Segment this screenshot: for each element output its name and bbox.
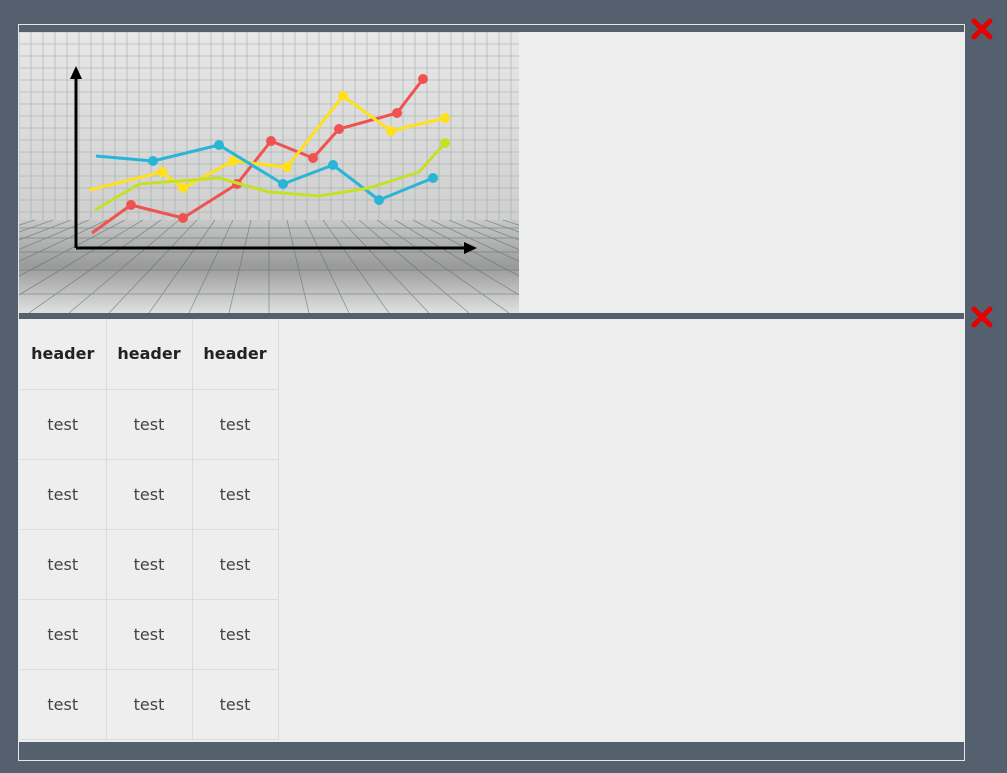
illustration-dot xyxy=(440,138,450,148)
table-cell[interactable]: test xyxy=(106,529,193,600)
illustration-dot xyxy=(214,140,224,150)
illustration-dot xyxy=(374,195,384,205)
table-row: test test test xyxy=(20,669,279,740)
close-icon-shape xyxy=(971,18,993,40)
illustration-dot xyxy=(228,156,238,166)
table-cell[interactable]: test xyxy=(20,389,107,460)
image-panel xyxy=(19,32,965,313)
table-cell[interactable]: test xyxy=(192,459,279,530)
table-cell[interactable]: test xyxy=(106,389,193,460)
table-header-row: header header header xyxy=(20,319,279,390)
table-cell[interactable]: test xyxy=(192,529,279,600)
table-row: test test test xyxy=(20,529,279,600)
close-icon[interactable] xyxy=(971,18,993,40)
table-cell[interactable]: test xyxy=(20,529,107,600)
table-cell[interactable]: test xyxy=(192,389,279,460)
table-row: test test test xyxy=(20,389,279,460)
column-header[interactable]: header xyxy=(20,319,107,390)
illustration-dot xyxy=(308,153,318,163)
table-cell[interactable]: test xyxy=(106,669,193,740)
illustration-dot xyxy=(178,213,188,223)
close-icon[interactable] xyxy=(971,306,993,328)
table-row: test test test xyxy=(20,459,279,530)
table-cell[interactable]: test xyxy=(106,599,193,670)
illustration-dot xyxy=(278,179,288,189)
column-header[interactable]: header xyxy=(192,319,279,390)
table-row: test test test xyxy=(20,599,279,670)
table-cell[interactable]: test xyxy=(106,459,193,530)
illustration-dot xyxy=(418,74,428,84)
illustration-dot xyxy=(428,173,438,183)
illustration-dot xyxy=(266,136,276,146)
illustration-dot xyxy=(126,200,136,210)
data-table: header header header test test test test… xyxy=(20,319,279,740)
illustration-dot xyxy=(386,126,396,136)
close-icon-shape xyxy=(971,306,993,328)
illustration-dot xyxy=(392,108,402,118)
illustration-dot xyxy=(282,162,292,172)
table-cell[interactable]: test xyxy=(20,459,107,530)
illustration-dot xyxy=(328,160,338,170)
table-cell[interactable]: test xyxy=(20,669,107,740)
table-cell[interactable]: test xyxy=(192,669,279,740)
illustration-dot xyxy=(178,183,188,193)
illustration-dot xyxy=(338,91,348,101)
chart-illustration-image xyxy=(19,32,519,313)
table-cell[interactable]: test xyxy=(192,599,279,670)
illustration-dot xyxy=(157,167,167,177)
table-cell[interactable]: test xyxy=(20,599,107,670)
illustration-dot xyxy=(334,124,344,134)
illustration-dot xyxy=(440,113,450,123)
illustration-dot xyxy=(148,156,158,166)
table-panel: header header header test test test test… xyxy=(19,319,965,742)
column-header[interactable]: header xyxy=(106,319,193,390)
